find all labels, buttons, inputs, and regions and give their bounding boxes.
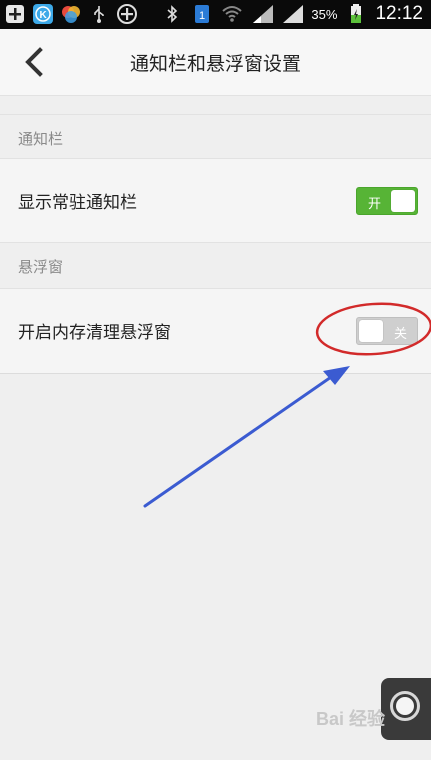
section-title: 悬浮窗 (18, 258, 64, 276)
section-title: 通知栏 (18, 130, 64, 148)
page-title: 通知栏和悬浮窗设置 (129, 53, 301, 75)
setting-label: 显示常驻通知栏 (18, 193, 137, 213)
add-icon (4, 3, 26, 25)
setting-row-memory-cleanup-float[interactable]: 开启内存清理悬浮窗 关 (0, 288, 431, 374)
clock: 12:12 (375, 3, 423, 24)
toggle-knob (359, 320, 383, 342)
toggle-knob (391, 190, 415, 212)
section-header-floating-window: 悬浮窗 (0, 242, 431, 287)
app-header: 通知栏和悬浮窗设置 (0, 29, 431, 96)
watermark: Bai 经验 (316, 709, 386, 729)
bluetooth-icon (161, 3, 183, 25)
floating-cleanup-widget[interactable] (381, 678, 431, 740)
sim-icon: 1 (191, 3, 213, 25)
ring-center (396, 697, 414, 715)
signal-icon (281, 3, 304, 25)
pointer-arrow-shaft (143, 373, 336, 508)
persistent-notification-toggle[interactable]: 开 (356, 187, 418, 215)
status-bar-right: 1 35% 12:12 (161, 3, 423, 25)
usb-icon (88, 3, 110, 25)
color-app-icon (60, 3, 82, 25)
toggle-state-label: 关 (394, 327, 408, 342)
battery-percentage: 35% (311, 6, 338, 22)
setting-label: 开启内存清理悬浮窗 (18, 323, 171, 343)
signal-icon (251, 3, 274, 25)
memory-cleanup-float-toggle[interactable]: 关 (356, 317, 418, 345)
battery-charging-icon (345, 3, 367, 25)
svg-text:1: 1 (199, 10, 205, 22)
status-bar-left: K (4, 3, 138, 25)
k-app-icon: K (32, 3, 54, 25)
status-bar: K 1 35% 12:12 (0, 0, 431, 29)
wifi-icon (221, 3, 243, 25)
setting-row-persistent-notification[interactable]: 显示常驻通知栏 开 (0, 158, 431, 243)
svg-text:K: K (40, 10, 48, 21)
toggle-state-label: 开 (368, 197, 382, 212)
plus-circle-icon (116, 3, 138, 25)
section-header-notification: 通知栏 (0, 114, 431, 159)
